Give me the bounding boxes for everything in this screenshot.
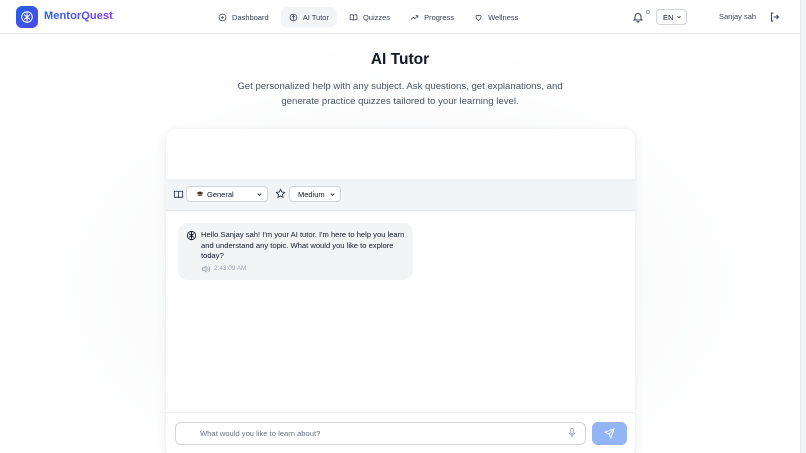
star-icon — [275, 188, 286, 199]
speaker-icon[interactable] — [201, 265, 211, 273]
nav-item-quizzes[interactable]: Quizzes — [341, 7, 398, 27]
chevron-down-icon — [257, 192, 262, 196]
assistant-message: Hello Sanjay sah! I'm your AI tutor. I'm… — [178, 223, 413, 280]
nav-label: AI Tutor — [302, 12, 329, 22]
page-subtitle: Get personalized help with any subject. … — [237, 81, 563, 107]
send-icon — [604, 428, 615, 439]
logo-icon[interactable] — [16, 6, 38, 28]
language-select[interactable]: EN — [656, 9, 687, 25]
graduation-cap-icon — [196, 191, 204, 196]
message-timestamp: 2:43:09 AM — [214, 265, 247, 272]
nav-item-ai-tutor[interactable]: AI Tutor — [280, 7, 337, 27]
dashboard-icon — [218, 13, 227, 21]
difficulty-value: Medium — [298, 189, 325, 199]
book-icon — [349, 14, 358, 21]
open-book-icon — [173, 190, 184, 199]
chat-input[interactable] — [175, 422, 586, 445]
app-name[interactable]: MentorQuest — [44, 10, 113, 22]
chevron-down-icon — [330, 192, 335, 196]
chevron-down-icon — [677, 15, 681, 19]
microphone-icon[interactable] — [568, 428, 576, 438]
main-nav: Dashboard AI Tutor Quizzes Progress Well… — [210, 7, 526, 27]
subject-value: General — [207, 189, 234, 199]
message-text: Hello Sanjay sah! I'm your AI tutor. I'm… — [201, 230, 405, 260]
nav-item-dashboard[interactable]: Dashboard — [210, 7, 277, 27]
chat-panel: General Medium Hello Sanjay sah! I'm you… — [166, 129, 635, 453]
nav-label: Wellness — [488, 12, 519, 22]
send-button[interactable] — [592, 422, 627, 445]
page-title: AI Tutor — [370, 51, 430, 68]
brain-icon — [186, 230, 197, 241]
difficulty-select[interactable]: Medium — [289, 186, 341, 202]
top-header: MentorQuest Dashboard AI Tutor Quizzes P… — [0, 0, 800, 34]
brain-icon — [289, 13, 297, 21]
chat-toolbar: General Medium — [166, 179, 635, 211]
bell-icon[interactable] — [632, 11, 644, 23]
heart-icon — [475, 14, 482, 21]
subject-select[interactable]: General — [186, 186, 268, 202]
nav-label: Dashboard — [232, 12, 269, 22]
nav-label: Progress — [424, 12, 455, 22]
user-name[interactable]: Sanjay sah — [719, 12, 756, 21]
trending-up-icon — [410, 14, 419, 20]
page-scrollbar[interactable] — [800, 0, 806, 453]
notification-indicator — [646, 10, 650, 14]
composer-divider — [166, 412, 635, 413]
nav-item-wellness[interactable]: Wellness — [466, 7, 526, 27]
logout-icon[interactable] — [769, 11, 781, 23]
nav-label: Quizzes — [362, 12, 391, 22]
nav-item-progress[interactable]: Progress — [402, 7, 462, 27]
language-value: EN — [663, 12, 674, 22]
